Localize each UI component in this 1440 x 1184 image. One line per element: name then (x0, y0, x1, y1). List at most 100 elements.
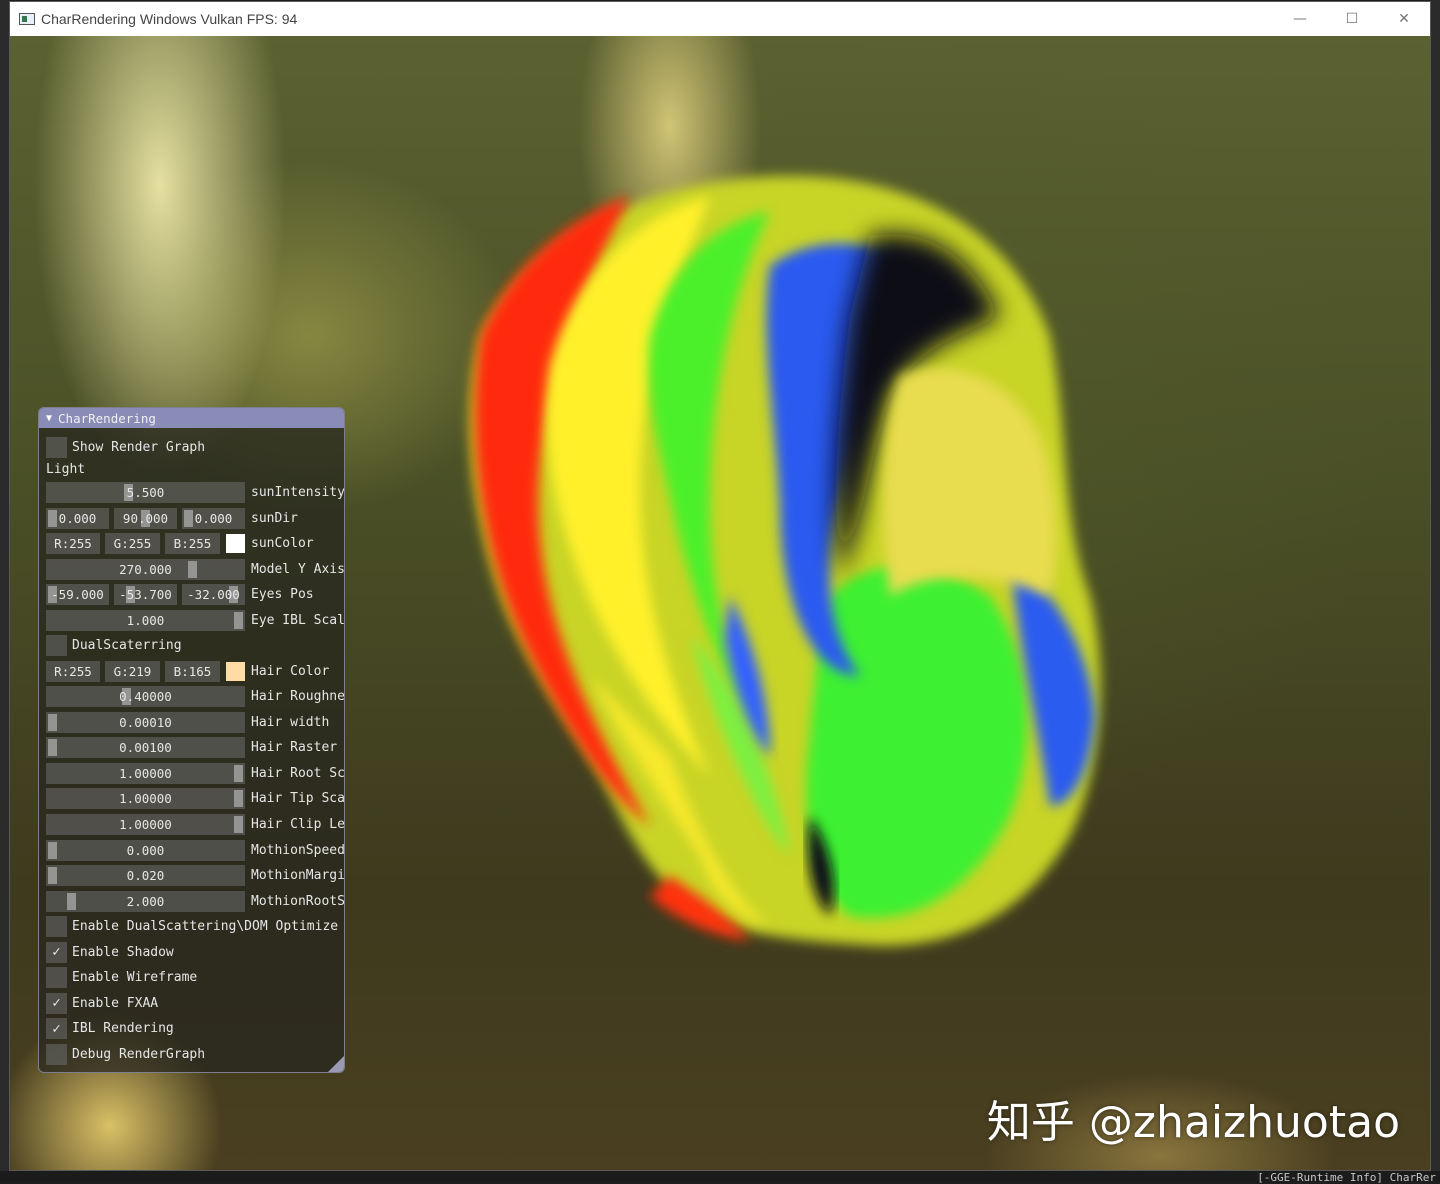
slider-value: -59.000 (51, 587, 104, 602)
checkbox-box[interactable]: ✓ (46, 1018, 67, 1039)
checkbox-label: DualScaterring (72, 638, 182, 653)
hair-roughness-slider[interactable]: 0.40000 (46, 686, 245, 707)
slider-value: 0.00100 (119, 740, 172, 756)
checkbox-box[interactable]: ✓ (46, 992, 67, 1014)
motion-root-scale-label: MothionRootScale (251, 893, 345, 909)
debug-render-graph-checkbox[interactable]: Debug RenderGraph (46, 1043, 206, 1065)
slider-value: 1.000 (126, 613, 165, 628)
eyes-pos-y-slider[interactable]: -53.700 (114, 584, 177, 605)
char-rendering-panel[interactable]: ▼ CharRendering Show Render Graph Light … (38, 407, 345, 1073)
hair-root-scale-label: Hair Root Scale (251, 765, 345, 781)
light-section-header: Light (46, 462, 86, 477)
console-snippet: [-GGE-Runtime Info] CharRer (1257, 1171, 1436, 1184)
sun-dir-y-slider[interactable]: 90.000 (114, 508, 177, 529)
checkbox-box[interactable] (46, 916, 67, 937)
desktop-left-edge (0, 0, 9, 1181)
eyes-pos-label: Eyes Pos (251, 587, 314, 602)
motion-margin-slider[interactable]: 0.020 (46, 865, 245, 887)
slider-value: 270.000 (119, 562, 172, 577)
sun-dir-label: sunDir (251, 511, 298, 526)
hair-color-r[interactable]: R:255 (46, 661, 100, 682)
app-icon (19, 13, 35, 25)
ibl-rendering-checkbox[interactable]: ✓ IBL Rendering (46, 1018, 174, 1039)
maximize-button[interactable]: ☐ (1326, 2, 1378, 36)
checkbox-label: Enable DualScattering\DOM Optimize (72, 919, 339, 934)
sun-intensity-label: sunIntensity (251, 485, 345, 500)
motion-speed-slider[interactable]: 0.000 (46, 839, 245, 861)
eyes-pos-x-slider[interactable]: -59.000 (46, 584, 109, 605)
sun-dir-x-slider[interactable]: 0.000 (46, 508, 109, 529)
slider-value: 0.000 (126, 842, 165, 858)
motion-margin-label: MothionMargin (251, 868, 345, 884)
hair-clip-length-label: Hair Clip Length (251, 817, 345, 832)
checkbox-label: Enable Wireframe (72, 970, 198, 985)
checkbox-box[interactable]: ✓ (46, 941, 67, 963)
checkbox-label: IBL Rendering (72, 1021, 174, 1036)
eyes-pos-z-slider[interactable]: -32.000 (182, 584, 245, 605)
hair-clip-length-slider[interactable]: 1.00000 (46, 814, 245, 835)
panel-title-bar[interactable]: ▼ CharRendering (39, 408, 344, 428)
hair-tip-scale-slider[interactable]: 1.00000 (46, 788, 245, 810)
eye-ibl-scale-slider[interactable]: 1.000 (46, 610, 245, 631)
sun-color-swatch[interactable] (226, 534, 245, 553)
slider-value: 1.00000 (119, 765, 172, 781)
eye-ibl-scale-label: Eye IBL Scale (251, 613, 345, 628)
hair-color-g[interactable]: G:219 (105, 661, 160, 682)
title-bar[interactable]: CharRendering Windows Vulkan FPS: 94 — ☐… (10, 2, 1430, 36)
slider-value: 1.00000 (119, 817, 172, 832)
hair-root-scale-slider[interactable]: 1.00000 (46, 762, 245, 784)
collapse-triangle-icon[interactable]: ▼ (46, 413, 52, 424)
sun-color-g[interactable]: G:255 (105, 533, 160, 554)
enable-shadow-checkbox[interactable]: ✓ Enable Shadow (46, 941, 174, 963)
checkbox-box[interactable] (46, 1043, 67, 1065)
hair-tip-scale-label: Hair Tip Scale (251, 791, 345, 807)
checkbox-box[interactable] (46, 967, 67, 988)
dual-scattering-checkbox[interactable]: DualScaterring (46, 635, 182, 656)
watermark: 知乎 @zhaizhuotao (986, 1097, 1400, 1148)
desktop-console-strip: [-GGE-Runtime Info] CharRer (0, 1171, 1440, 1184)
color-value-r: R:255 (54, 664, 92, 679)
slider-value: 0.00010 (119, 714, 172, 730)
enable-wireframe-checkbox[interactable]: Enable Wireframe (46, 967, 197, 988)
sun-color-b[interactable]: B:255 (165, 533, 220, 554)
slider-value: -53.700 (119, 587, 172, 602)
hair-color-label: Hair Color (251, 664, 330, 679)
checkbox-label: Debug RenderGraph (72, 1046, 206, 1062)
color-value-r: R:255 (54, 536, 92, 551)
minimize-button[interactable]: — (1274, 2, 1326, 36)
model-y-axis-slider[interactable]: 270.000 (46, 559, 245, 580)
hair-roughness-label: Hair Roughness (251, 689, 345, 704)
enable-dual-scattering-dom-checkbox[interactable]: Enable DualScattering\DOM Optimize (46, 916, 338, 937)
motion-speed-label: MothionSpeed (251, 842, 345, 858)
sun-color-label: sunColor (251, 536, 314, 551)
hair-width-slider[interactable]: 0.00010 (46, 711, 245, 733)
slider-value: -32.000 (187, 587, 240, 602)
checkbox-label: Enable Shadow (72, 944, 174, 960)
color-value-b: B:255 (173, 536, 212, 551)
hair-color-b[interactable]: B:165 (165, 661, 220, 682)
checkbox-label: Show Render Graph (72, 440, 206, 455)
close-button[interactable]: ✕ (1378, 2, 1430, 36)
checkbox-box[interactable] (46, 437, 67, 458)
slider-value: 0.000 (58, 511, 97, 526)
sun-intensity-slider[interactable]: 5.500 (46, 482, 245, 503)
slider-value: 0.020 (126, 868, 165, 884)
sun-dir-z-slider[interactable]: 0.000 (182, 508, 245, 529)
enable-fxaa-checkbox[interactable]: ✓ Enable FXAA (46, 992, 158, 1014)
color-value-b: B:165 (173, 664, 212, 679)
panel-title: CharRendering (58, 410, 156, 426)
window-controls: — ☐ ✕ (1274, 2, 1430, 36)
slider-value: 5.500 (126, 485, 165, 500)
panel-resize-grip[interactable] (328, 1056, 344, 1072)
hair-raster-label: Hair Raster (251, 740, 338, 756)
model-y-axis-label: Model Y Axis (251, 562, 345, 577)
desktop-right-edge (1431, 0, 1440, 1181)
color-value-g: G:219 (113, 664, 152, 679)
checkbox-box[interactable] (46, 635, 67, 656)
hair-color-swatch[interactable] (226, 662, 245, 681)
motion-root-scale-slider[interactable]: 2.000 (46, 890, 245, 912)
sun-color-r[interactable]: R:255 (46, 533, 100, 554)
hair-width-label: Hair width (251, 714, 330, 730)
hair-raster-slider[interactable]: 0.00100 (46, 737, 245, 759)
show-render-graph-checkbox[interactable]: Show Render Graph (46, 437, 205, 458)
